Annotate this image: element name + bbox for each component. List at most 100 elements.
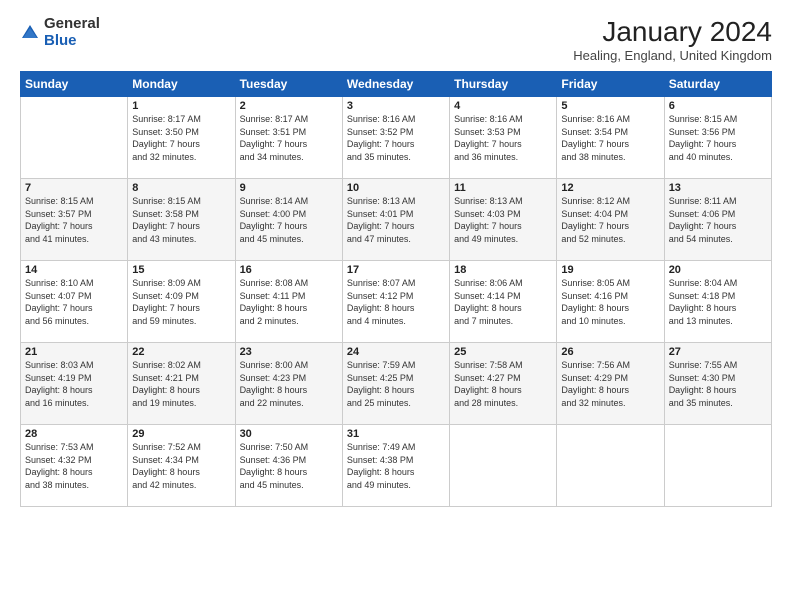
day-number: 22 [132,346,230,358]
day-info: Sunrise: 7:55 AM Sunset: 4:30 PM Dayligh… [669,359,767,409]
day-info: Sunrise: 7:53 AM Sunset: 4:32 PM Dayligh… [25,441,123,491]
week-row-5: 28Sunrise: 7:53 AM Sunset: 4:32 PM Dayli… [21,425,772,507]
cell-w3-d7: 20Sunrise: 8:04 AM Sunset: 4:18 PM Dayli… [664,261,771,343]
day-info: Sunrise: 8:11 AM Sunset: 4:06 PM Dayligh… [669,195,767,245]
week-row-3: 14Sunrise: 8:10 AM Sunset: 4:07 PM Dayli… [21,261,772,343]
cell-w4-d5: 25Sunrise: 7:58 AM Sunset: 4:27 PM Dayli… [450,343,557,425]
cell-w2-d1: 7Sunrise: 8:15 AM Sunset: 3:57 PM Daylig… [21,179,128,261]
day-info: Sunrise: 8:16 AM Sunset: 3:53 PM Dayligh… [454,113,552,163]
title-block: January 2024 Healing, England, United Ki… [573,16,772,63]
cell-w1-d2: 1Sunrise: 8:17 AM Sunset: 3:50 PM Daylig… [128,97,235,179]
cell-w4-d1: 21Sunrise: 8:03 AM Sunset: 4:19 PM Dayli… [21,343,128,425]
day-info: Sunrise: 7:56 AM Sunset: 4:29 PM Dayligh… [561,359,659,409]
day-info: Sunrise: 8:12 AM Sunset: 4:04 PM Dayligh… [561,195,659,245]
day-number: 5 [561,100,659,112]
day-info: Sunrise: 8:17 AM Sunset: 3:50 PM Dayligh… [132,113,230,163]
day-info: Sunrise: 8:14 AM Sunset: 4:00 PM Dayligh… [240,195,338,245]
day-info: Sunrise: 7:49 AM Sunset: 4:38 PM Dayligh… [347,441,445,491]
day-info: Sunrise: 8:06 AM Sunset: 4:14 PM Dayligh… [454,277,552,327]
cell-w4-d6: 26Sunrise: 7:56 AM Sunset: 4:29 PM Dayli… [557,343,664,425]
day-number: 16 [240,264,338,276]
day-info: Sunrise: 8:02 AM Sunset: 4:21 PM Dayligh… [132,359,230,409]
day-info: Sunrise: 8:13 AM Sunset: 4:01 PM Dayligh… [347,195,445,245]
cell-w2-d3: 9Sunrise: 8:14 AM Sunset: 4:00 PM Daylig… [235,179,342,261]
logo-general: General [44,16,100,33]
cell-w3-d5: 18Sunrise: 8:06 AM Sunset: 4:14 PM Dayli… [450,261,557,343]
day-number: 4 [454,100,552,112]
logo-blue: Blue [44,33,100,50]
day-number: 21 [25,346,123,358]
week-row-1: 1Sunrise: 8:17 AM Sunset: 3:50 PM Daylig… [21,97,772,179]
cell-w5-d2: 29Sunrise: 7:52 AM Sunset: 4:34 PM Dayli… [128,425,235,507]
day-number: 29 [132,428,230,440]
cell-w3-d2: 15Sunrise: 8:09 AM Sunset: 4:09 PM Dayli… [128,261,235,343]
day-number: 27 [669,346,767,358]
day-info: Sunrise: 8:17 AM Sunset: 3:51 PM Dayligh… [240,113,338,163]
day-info: Sunrise: 8:16 AM Sunset: 3:54 PM Dayligh… [561,113,659,163]
cell-w5-d4: 31Sunrise: 7:49 AM Sunset: 4:38 PM Dayli… [342,425,449,507]
cell-w4-d7: 27Sunrise: 7:55 AM Sunset: 4:30 PM Dayli… [664,343,771,425]
day-info: Sunrise: 8:16 AM Sunset: 3:52 PM Dayligh… [347,113,445,163]
week-row-4: 21Sunrise: 8:03 AM Sunset: 4:19 PM Dayli… [21,343,772,425]
day-info: Sunrise: 8:13 AM Sunset: 4:03 PM Dayligh… [454,195,552,245]
days-header-row: SundayMondayTuesdayWednesdayThursdayFrid… [21,72,772,97]
day-number: 17 [347,264,445,276]
day-info: Sunrise: 8:15 AM Sunset: 3:57 PM Dayligh… [25,195,123,245]
day-info: Sunrise: 8:07 AM Sunset: 4:12 PM Dayligh… [347,277,445,327]
day-number: 6 [669,100,767,112]
day-number: 26 [561,346,659,358]
cell-w3-d4: 17Sunrise: 8:07 AM Sunset: 4:12 PM Dayli… [342,261,449,343]
day-info: Sunrise: 8:09 AM Sunset: 4:09 PM Dayligh… [132,277,230,327]
day-header-sunday: Sunday [21,72,128,97]
logo: General Blue [20,16,100,49]
cell-w1-d4: 3Sunrise: 8:16 AM Sunset: 3:52 PM Daylig… [342,97,449,179]
cell-w2-d5: 11Sunrise: 8:13 AM Sunset: 4:03 PM Dayli… [450,179,557,261]
day-header-thursday: Thursday [450,72,557,97]
calendar-subtitle: Healing, England, United Kingdom [573,48,772,63]
day-info: Sunrise: 8:03 AM Sunset: 4:19 PM Dayligh… [25,359,123,409]
calendar-table: SundayMondayTuesdayWednesdayThursdayFrid… [20,71,772,507]
day-number: 31 [347,428,445,440]
day-info: Sunrise: 7:59 AM Sunset: 4:25 PM Dayligh… [347,359,445,409]
cell-w5-d6 [557,425,664,507]
day-header-saturday: Saturday [664,72,771,97]
cell-w4-d4: 24Sunrise: 7:59 AM Sunset: 4:25 PM Dayli… [342,343,449,425]
day-number: 11 [454,182,552,194]
day-number: 9 [240,182,338,194]
day-info: Sunrise: 8:10 AM Sunset: 4:07 PM Dayligh… [25,277,123,327]
header: General Blue January 2024 Healing, Engla… [20,16,772,63]
day-number: 25 [454,346,552,358]
cell-w3-d3: 16Sunrise: 8:08 AM Sunset: 4:11 PM Dayli… [235,261,342,343]
day-number: 15 [132,264,230,276]
cell-w4-d3: 23Sunrise: 8:00 AM Sunset: 4:23 PM Dayli… [235,343,342,425]
day-info: Sunrise: 8:15 AM Sunset: 3:56 PM Dayligh… [669,113,767,163]
day-info: Sunrise: 8:00 AM Sunset: 4:23 PM Dayligh… [240,359,338,409]
day-number: 23 [240,346,338,358]
cell-w2-d6: 12Sunrise: 8:12 AM Sunset: 4:04 PM Dayli… [557,179,664,261]
cell-w3-d1: 14Sunrise: 8:10 AM Sunset: 4:07 PM Dayli… [21,261,128,343]
day-info: Sunrise: 7:58 AM Sunset: 4:27 PM Dayligh… [454,359,552,409]
calendar-title: January 2024 [573,16,772,48]
day-number: 10 [347,182,445,194]
cell-w2-d2: 8Sunrise: 8:15 AM Sunset: 3:58 PM Daylig… [128,179,235,261]
day-number: 14 [25,264,123,276]
day-number: 19 [561,264,659,276]
day-info: Sunrise: 7:50 AM Sunset: 4:36 PM Dayligh… [240,441,338,491]
cell-w4-d2: 22Sunrise: 8:02 AM Sunset: 4:21 PM Dayli… [128,343,235,425]
cell-w2-d7: 13Sunrise: 8:11 AM Sunset: 4:06 PM Dayli… [664,179,771,261]
day-number: 20 [669,264,767,276]
cell-w1-d6: 5Sunrise: 8:16 AM Sunset: 3:54 PM Daylig… [557,97,664,179]
cell-w5-d1: 28Sunrise: 7:53 AM Sunset: 4:32 PM Dayli… [21,425,128,507]
day-info: Sunrise: 8:15 AM Sunset: 3:58 PM Dayligh… [132,195,230,245]
day-number: 7 [25,182,123,194]
cell-w5-d3: 30Sunrise: 7:50 AM Sunset: 4:36 PM Dayli… [235,425,342,507]
day-number: 3 [347,100,445,112]
day-header-friday: Friday [557,72,664,97]
day-header-wednesday: Wednesday [342,72,449,97]
day-number: 28 [25,428,123,440]
day-info: Sunrise: 8:04 AM Sunset: 4:18 PM Dayligh… [669,277,767,327]
day-info: Sunrise: 7:52 AM Sunset: 4:34 PM Dayligh… [132,441,230,491]
day-info: Sunrise: 8:05 AM Sunset: 4:16 PM Dayligh… [561,277,659,327]
day-number: 24 [347,346,445,358]
cell-w3-d6: 19Sunrise: 8:05 AM Sunset: 4:16 PM Dayli… [557,261,664,343]
